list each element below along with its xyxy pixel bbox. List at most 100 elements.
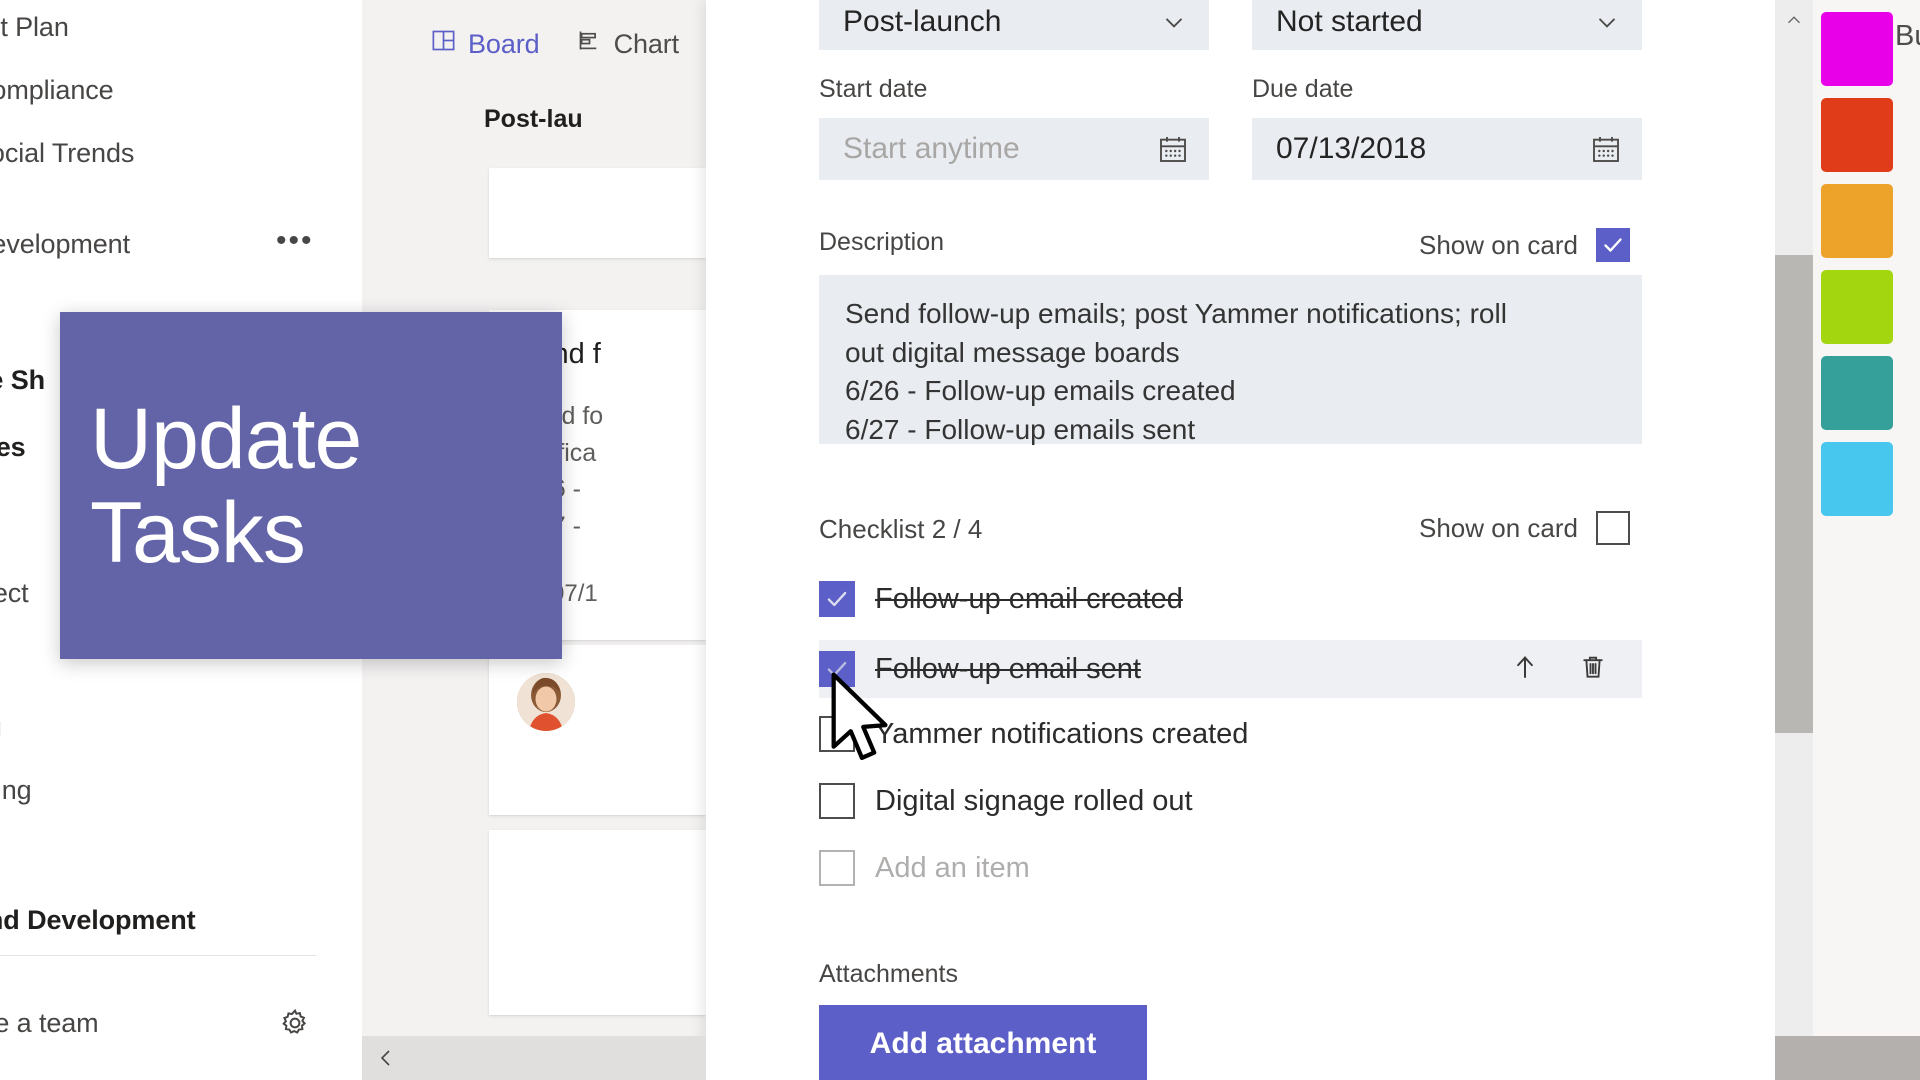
board-horizontal-scrollbar[interactable] [362, 1036, 706, 1080]
sidebar-item-create-team[interactable]: ate a team [0, 1008, 99, 1039]
label-magenta-swatch[interactable] [1821, 12, 1893, 86]
scrollbar-thumb[interactable] [1775, 1036, 1920, 1080]
sidebar-item-label: Development [0, 229, 130, 259]
board-card-assignee[interactable] [489, 645, 706, 815]
sidebar-item-label: ate a team [0, 1008, 99, 1038]
add-attachment-button[interactable]: Add attachment [819, 1005, 1147, 1080]
board-tabs: Board Chart [362, 18, 679, 70]
sidebar-more-options-icon[interactable]: ••• [276, 226, 314, 256]
chevron-down-icon [1159, 7, 1189, 37]
checklist-item-label: Follow-up email sent [875, 652, 1141, 685]
sidebar-item-label: oject [0, 578, 29, 608]
description-text: Send follow-up emails; post Yammer notif… [845, 298, 1507, 445]
checklist-add-item-row[interactable]: Add an item [819, 842, 1642, 894]
progress-select-value: Not started [1276, 5, 1423, 38]
description-show-on-card[interactable]: Show on card [1419, 228, 1630, 262]
attachments-label: Attachments [819, 960, 958, 988]
sidebar-item-label: ket Plan [0, 12, 69, 42]
description-label: Description [819, 228, 945, 256]
sidebar-item-8[interactable]: uring [0, 775, 32, 806]
calendar-icon[interactable] [1157, 133, 1189, 165]
checkbox-checked-icon[interactable] [1595, 228, 1630, 262]
sidebar-item-label: ge Sh [0, 365, 46, 395]
sidebar-item-3[interactable]: Development [0, 229, 130, 260]
update-tasks-overlay: Update Tasks [60, 312, 562, 659]
due-date-value: 07/13/2018 [1276, 132, 1427, 165]
sidebar-item-label: Social Trends [0, 138, 135, 168]
start-date-label: Start date [819, 75, 928, 103]
sidebar-item-4[interactable]: ge Sh [0, 365, 45, 396]
checklist-add-item-placeholder: Add an item [875, 851, 1030, 884]
checkbox-checked-icon[interactable] [819, 581, 855, 617]
bucket-select[interactable]: Post-launch [819, 0, 1209, 50]
tab-label: Board [468, 28, 540, 59]
app-window: ket Plan Compliance Social Trends Develo… [0, 0, 1920, 1080]
scrollbar-thumb[interactable] [1775, 255, 1813, 733]
overlay-line-1: Update [90, 390, 362, 487]
chevron-left-icon[interactable] [362, 1046, 410, 1070]
checkbox-unchecked-icon[interactable] [1595, 511, 1630, 545]
task-detail-panel: Post-launch Not started Start date Start… [706, 0, 1775, 1080]
tab-board[interactable]: Board [430, 27, 540, 61]
sidebar-item-label: uring [0, 775, 32, 805]
sidebar-item-label: ng [0, 712, 2, 742]
checklist-item-actions [1510, 652, 1608, 687]
board-card-stub[interactable] [489, 168, 706, 258]
checklist-show-on-card[interactable]: Show on card [1419, 511, 1630, 545]
board-card-stub[interactable] [489, 830, 706, 1015]
description-textarea[interactable]: Send follow-up emails; post Yammer notif… [819, 275, 1642, 445]
checklist-item-2[interactable]: Yammer notifications created [819, 708, 1642, 760]
calendar-icon[interactable] [1590, 133, 1622, 165]
checklist-item-label: Yammer notifications created [875, 717, 1249, 750]
board-grid-icon [430, 27, 457, 61]
checklist-item-3[interactable]: Digital signage rolled out [819, 775, 1642, 827]
sidebar-item-label: ities [0, 432, 26, 462]
sidebar-divider [0, 955, 316, 956]
checklist-item-1[interactable]: Follow-up email sent [819, 640, 1642, 698]
tab-label: Chart [613, 28, 680, 59]
show-on-card-label: Show on card [1419, 229, 1578, 260]
label-teal-swatch[interactable] [1821, 356, 1893, 430]
checkbox-checked-icon[interactable] [819, 651, 855, 687]
sidebar-section-header: and Development [0, 905, 196, 936]
checklist-header: Checklist 2 / 4 [819, 514, 983, 544]
start-date-value: Start anytime [843, 132, 1020, 165]
sidebar-item-1[interactable]: Compliance [0, 75, 114, 106]
label-orange-swatch[interactable] [1821, 184, 1893, 258]
bucket-word-label: Buck [1895, 20, 1920, 52]
sidebar-item-2[interactable]: Social Trends [0, 138, 134, 169]
up-arrow-icon[interactable] [1510, 652, 1540, 687]
show-on-card-label: Show on card [1419, 512, 1578, 543]
label-green-swatch[interactable] [1821, 270, 1893, 344]
gear-icon[interactable] [278, 1006, 312, 1040]
due-date-input[interactable]: 07/13/2018 [1252, 118, 1642, 180]
due-date-label: Due date [1252, 75, 1354, 103]
sidebar-item-0[interactable]: ket Plan [0, 12, 69, 43]
chevron-down-icon [1592, 7, 1622, 37]
sidebar-section-label: and Development [0, 905, 196, 935]
overlay-line-2: Tasks [90, 484, 306, 581]
chevron-up-icon[interactable] [1775, 0, 1813, 40]
checklist-item-label: Follow-up email created [875, 582, 1183, 615]
tab-chart[interactable]: Chart [576, 27, 680, 61]
start-date-input[interactable]: Start anytime [819, 118, 1209, 180]
label-color-rail: Buck [1813, 0, 1920, 1080]
checkbox-unchecked-icon[interactable] [819, 716, 855, 752]
avatar [517, 673, 575, 731]
sidebar-item-5[interactable]: ities [0, 432, 26, 463]
sidebar-item-7[interactable]: ng [0, 712, 2, 743]
checkbox-unchecked-icon[interactable] [819, 783, 855, 819]
sidebar-item-label: Compliance [0, 75, 114, 105]
bar-chart-icon [576, 27, 603, 61]
checkbox-unchecked-icon[interactable] [819, 850, 855, 886]
checklist-item-0[interactable]: Follow-up email created [819, 573, 1642, 625]
label-red-swatch[interactable] [1821, 98, 1893, 172]
progress-select[interactable]: Not started [1252, 0, 1642, 50]
bucket-select-value: Post-launch [843, 5, 1002, 38]
label-cyan-swatch[interactable] [1821, 442, 1893, 516]
trash-icon[interactable] [1578, 652, 1608, 687]
detail-scrollbar[interactable] [1775, 0, 1813, 1080]
bucket-column-title: Post-lau [484, 105, 583, 133]
sidebar-item-6[interactable]: oject [0, 578, 29, 609]
checklist-item-label: Digital signage rolled out [875, 784, 1193, 817]
